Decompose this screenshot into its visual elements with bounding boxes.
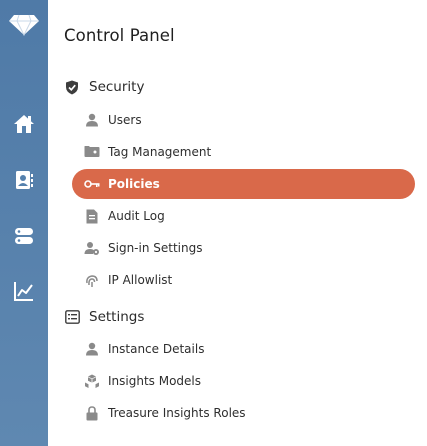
nav-item-label: Tag Management: [108, 145, 212, 159]
nav-item-treasure-insights-roles[interactable]: Treasure Insights Roles: [72, 398, 415, 428]
nav-item-label: Users: [108, 113, 142, 127]
nav-item-tag-management[interactable]: Tag Management: [72, 137, 415, 167]
control-panel: Control Panel Security Users Tag Managem…: [48, 0, 427, 446]
nav-item-instance-details[interactable]: Instance Details: [72, 334, 415, 364]
nav-item-policies[interactable]: Policies: [72, 169, 415, 199]
nav-item-label: Instance Details: [108, 342, 205, 356]
section-label: Settings: [89, 309, 145, 325]
section-settings: Settings: [64, 306, 144, 328]
document-icon: [84, 208, 100, 224]
key-icon: [84, 176, 100, 192]
section-label: Security: [89, 79, 145, 95]
settings-panel-icon: [64, 309, 80, 325]
tags-icon: [84, 144, 100, 160]
fingerprint-icon: [84, 272, 100, 288]
left-nav-rail: [0, 0, 48, 446]
cubes-icon: [84, 373, 100, 389]
database-icon[interactable]: [0, 219, 48, 253]
nav-item-label: Audit Log: [108, 209, 165, 223]
shield-check-icon: [64, 79, 80, 95]
user-icon: [84, 341, 100, 357]
nav-item-sign-in-settings[interactable]: Sign-in Settings: [72, 233, 415, 263]
chart-icon[interactable]: [0, 274, 48, 308]
user-icon: [84, 112, 100, 128]
profiles-icon[interactable]: [0, 163, 48, 197]
nav-item-label: Treasure Insights Roles: [108, 406, 246, 420]
diamond-logo-icon[interactable]: [0, 8, 48, 42]
lock-icon: [84, 405, 100, 421]
nav-item-label: Sign-in Settings: [108, 241, 203, 255]
page-title: Control Panel: [64, 26, 175, 45]
nav-item-label: Policies: [108, 177, 160, 191]
nav-item-audit-log[interactable]: Audit Log: [72, 201, 415, 231]
nav-item-ip-allowlist[interactable]: IP Allowlist: [72, 265, 415, 295]
nav-item-label: IP Allowlist: [108, 273, 173, 287]
home-icon[interactable]: [0, 107, 48, 141]
user-gear-icon: [84, 240, 100, 256]
nav-item-users[interactable]: Users: [72, 105, 415, 135]
nav-item-label: Insights Models: [108, 374, 202, 388]
nav-item-insights-models[interactable]: Insights Models: [72, 366, 415, 396]
section-security: Security: [64, 76, 144, 98]
